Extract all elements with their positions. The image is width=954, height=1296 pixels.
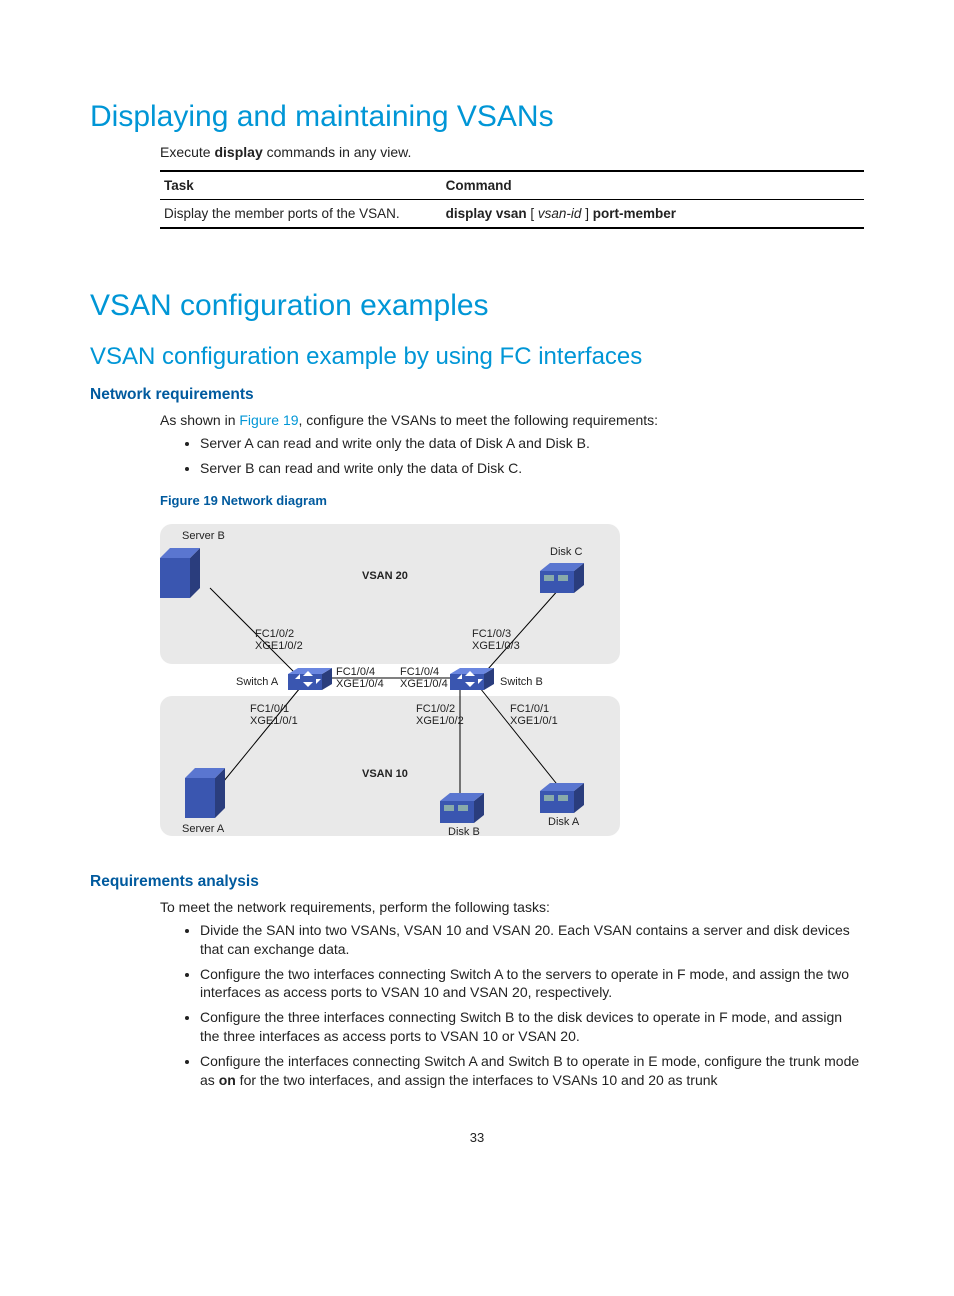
list-item: Server A can read and write only the dat… — [200, 434, 864, 453]
server-b-label: Server B — [182, 530, 225, 542]
table-row: Display the member ports of the VSAN. di… — [160, 200, 864, 229]
disk-c-icon — [540, 563, 584, 593]
reqan-intro: To meet the network requirements, perfor… — [160, 899, 864, 915]
disk-b-icon — [440, 793, 484, 823]
td-command: display vsan [ vsan-id ] port-member — [442, 200, 864, 229]
page-number: 33 — [90, 1130, 864, 1145]
port-label: FC1/0/3XGE1/0/3 — [472, 628, 520, 652]
disk-a-icon — [540, 783, 584, 813]
text: commands in any view. — [263, 144, 412, 160]
list-item: Configure the interfaces connecting Swit… — [200, 1052, 864, 1090]
port-label: FC1/0/4XGE1/0/4 — [336, 666, 384, 690]
reqan-list: Divide the SAN into two VSANs, VSAN 10 a… — [200, 921, 864, 1090]
disk-c-label: Disk C — [550, 546, 582, 558]
list-item: Divide the SAN into two VSANs, VSAN 10 a… — [200, 921, 864, 959]
cmd-italic: vsan-id — [538, 206, 582, 221]
port-label: FC1/0/2XGE1/0/2 — [416, 703, 464, 727]
netreq-intro: As shown in Figure 19, configure the VSA… — [160, 412, 864, 428]
list-item: Server B can read and write only the dat… — [200, 459, 864, 478]
exec-sentence: Execute display commands in any view. — [160, 144, 864, 160]
port-label: FC1/0/1XGE1/0/1 — [510, 703, 558, 727]
heading-examples: VSAN configuration examples — [90, 289, 864, 323]
switch-b-label: Switch B — [500, 676, 543, 688]
text: Execute — [160, 144, 214, 160]
disk-a-label: Disk A — [548, 816, 579, 828]
switch-a-label: Switch A — [236, 676, 278, 688]
list-item: Configure the three interfaces connectin… — [200, 1008, 864, 1046]
port-label: FC1/0/1XGE1/0/1 — [250, 703, 298, 727]
server-a-label: Server A — [182, 823, 224, 835]
figure-link[interactable]: Figure 19 — [239, 412, 298, 428]
th-task: Task — [160, 171, 442, 200]
netreq-list: Server A can read and write only the dat… — [200, 434, 864, 478]
command-table: Task Command Display the member ports of… — [160, 170, 864, 229]
server-b-icon — [160, 548, 200, 598]
disk-b-label: Disk B — [448, 826, 480, 838]
list-item: Configure the two interfaces connecting … — [200, 965, 864, 1003]
cmd-bold: display vsan — [446, 206, 527, 221]
switch-a-icon — [288, 668, 332, 690]
td-task: Display the member ports of the VSAN. — [160, 200, 442, 229]
network-diagram: Server B Disk C VSAN 20 Switch A Switch … — [160, 518, 620, 858]
text: for the two interfaces, and assign the i… — [236, 1072, 718, 1088]
text: , configure the VSANs to meet the follow… — [299, 412, 659, 428]
heading-fc-example: VSAN configuration example by using FC i… — [90, 343, 864, 371]
cmd-bold: port-member — [593, 206, 676, 221]
switch-b-icon — [450, 668, 494, 690]
th-command: Command — [442, 171, 864, 200]
text: As shown in — [160, 412, 239, 428]
vsan10-label: VSAN 10 — [362, 768, 408, 780]
server-a-icon — [185, 768, 225, 818]
text-bold: on — [219, 1072, 236, 1088]
figure-caption: Figure 19 Network diagram — [160, 493, 864, 508]
cmd-text: [ — [527, 206, 538, 221]
table-header-row: Task Command — [160, 171, 864, 200]
cmd-text: ] — [581, 206, 592, 221]
heading-network-requirements: Network requirements — [90, 386, 864, 404]
port-label: FC1/0/2XGE1/0/2 — [255, 628, 303, 652]
text-bold: display — [214, 144, 262, 160]
port-label: FC1/0/4XGE1/0/4 — [400, 666, 448, 690]
heading-displaying: Displaying and maintaining VSANs — [90, 100, 864, 134]
heading-requirements-analysis: Requirements analysis — [90, 873, 864, 891]
vsan20-label: VSAN 20 — [362, 570, 408, 582]
